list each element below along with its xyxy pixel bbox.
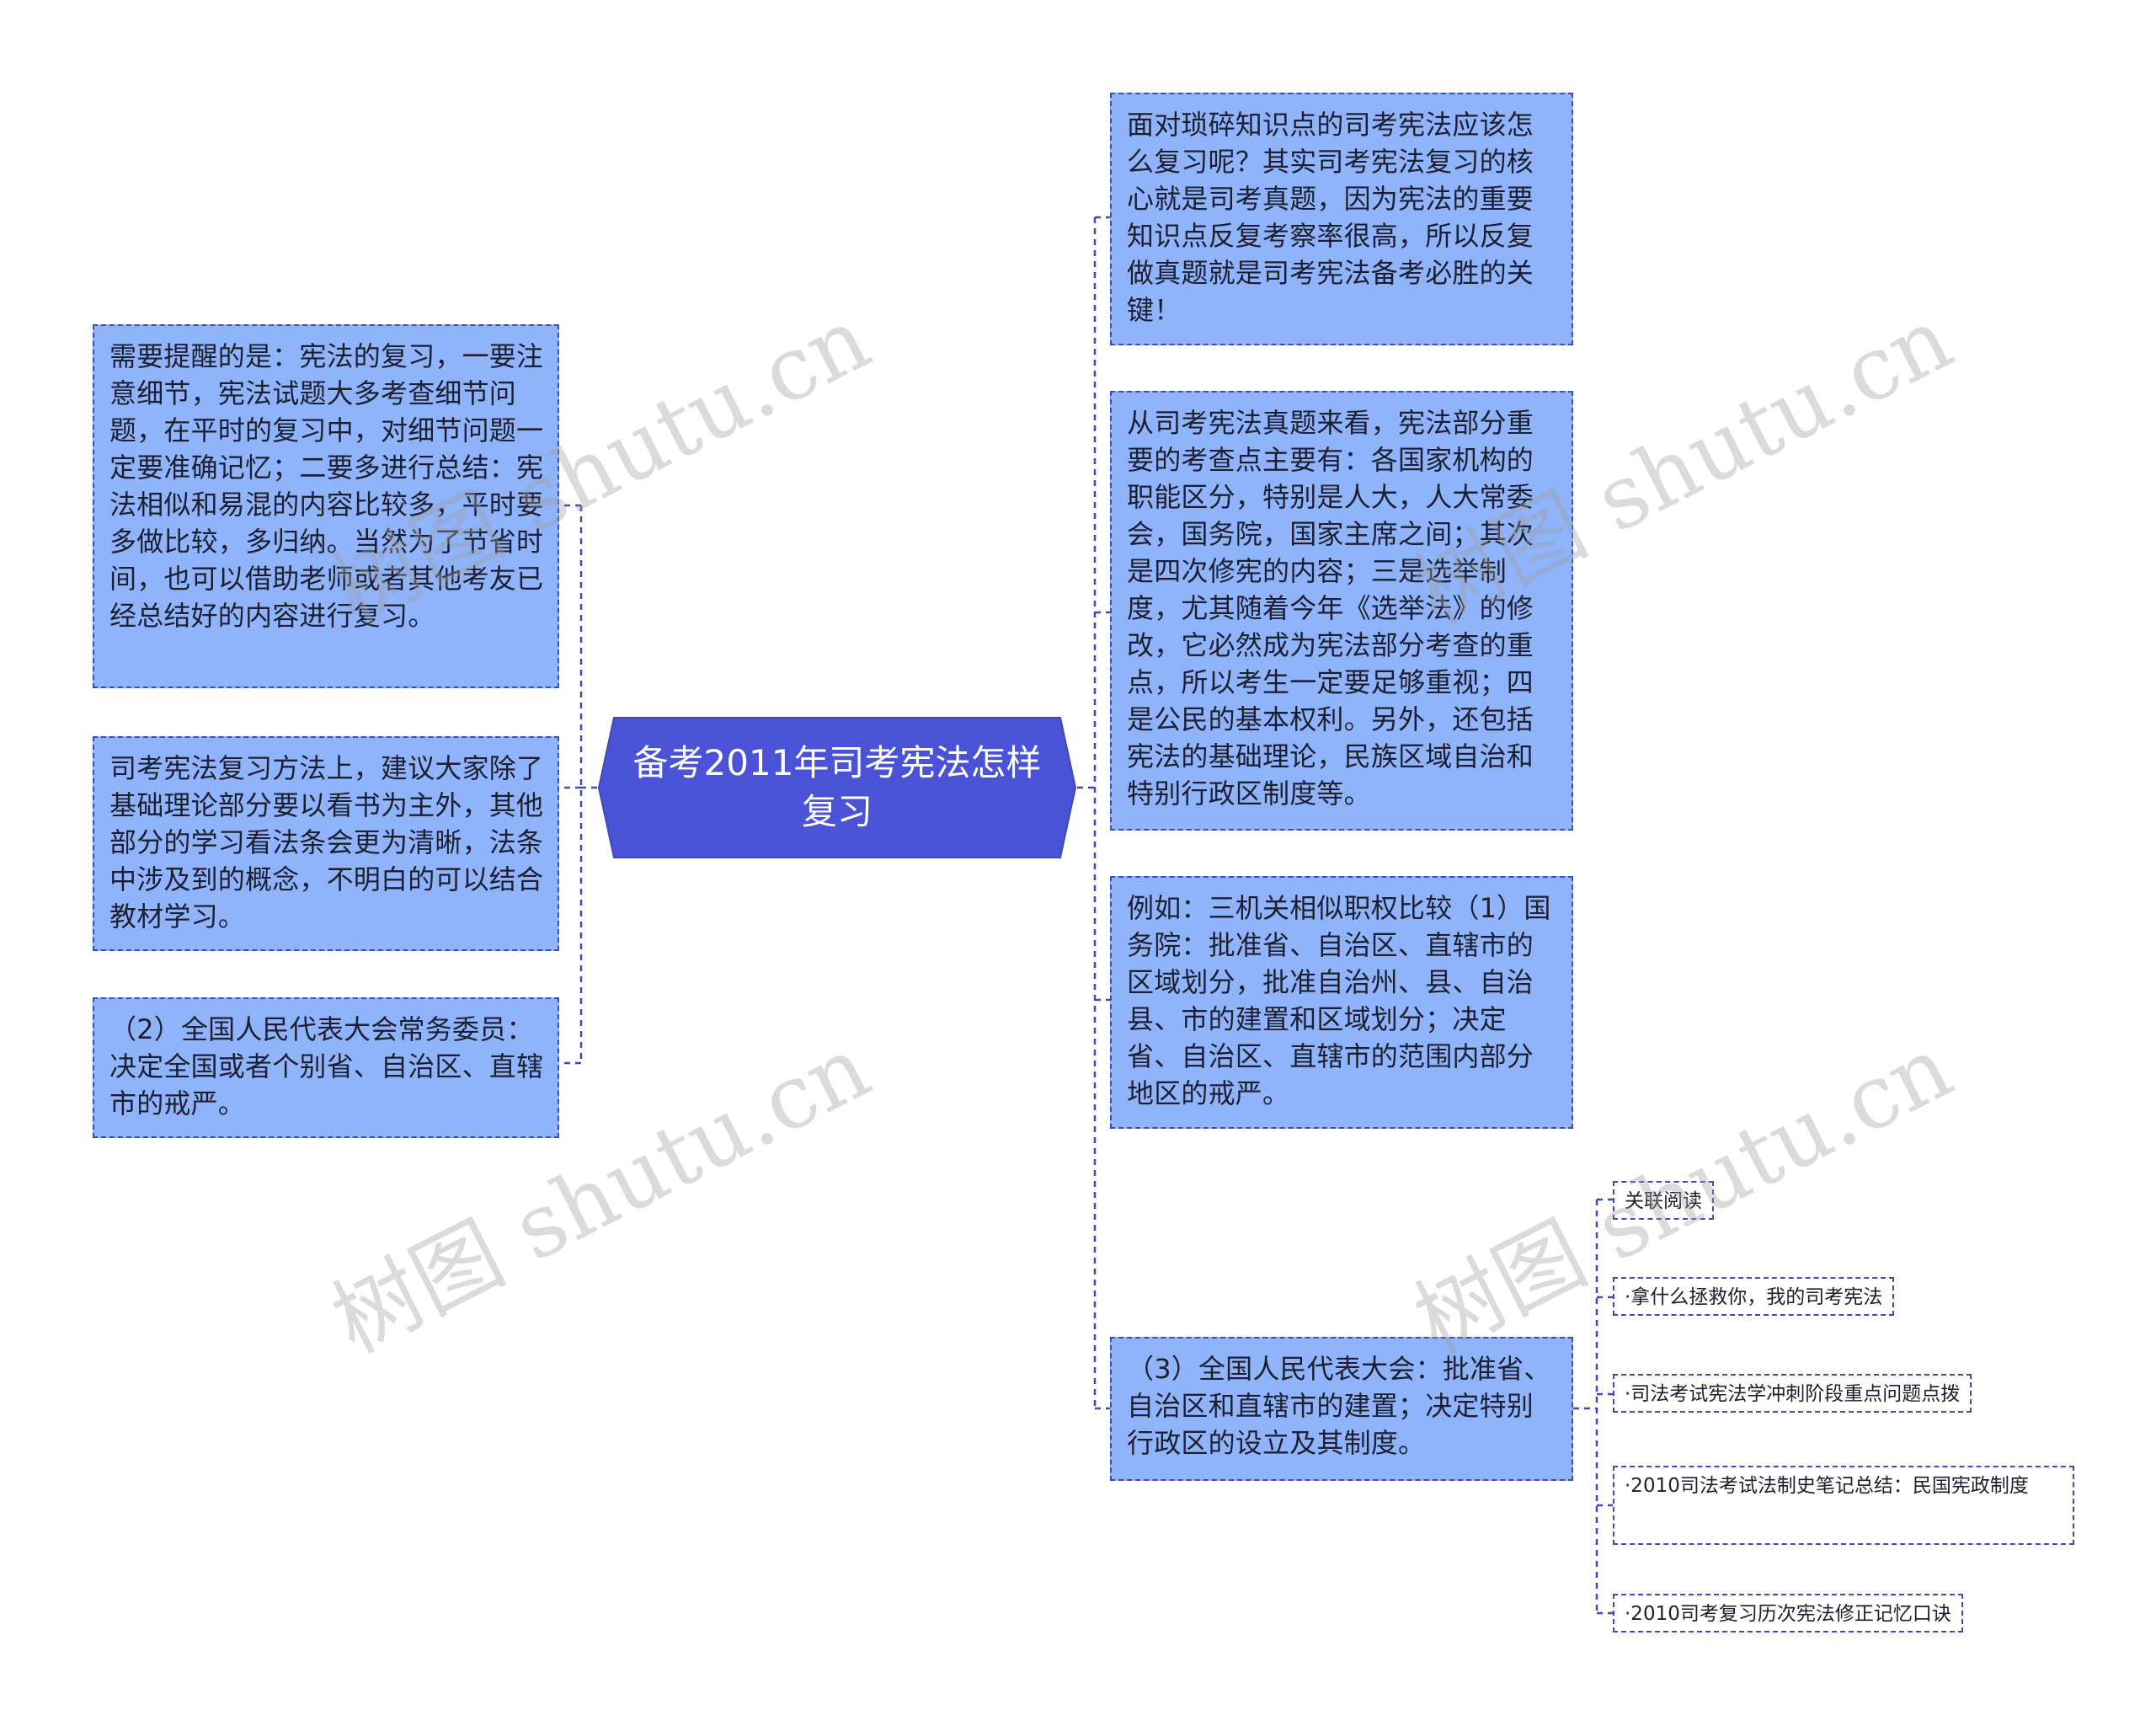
related-link-1-text: ·拿什么拯救你，我的司考宪法 xyxy=(1625,1286,1883,1308)
left-topic-study-method-text: 司考宪法复习方法上，建议大家除了基础理论部分要以看书为主外，其他部分的学习看法条… xyxy=(109,752,544,932)
related-link-3[interactable]: ·2010司法考试法制史笔记总结：民国宪政制度 xyxy=(1613,1466,2074,1545)
related-reading-header-text: 关联阅读 xyxy=(1625,1190,1702,1212)
related-link-1[interactable]: ·拿什么拯救你，我的司考宪法 xyxy=(1613,1277,1895,1316)
related-link-2-text: ·司法考试宪法学冲刺阶段重点问题点拨 xyxy=(1625,1383,1961,1405)
right-topic-core-true-questions-text: 面对琐碎知识点的司考宪法应该怎么复习呢？其实司考宪法复习的核心就是司考真题，因为… xyxy=(1127,109,1534,326)
related-reading-header: 关联阅读 xyxy=(1613,1181,1714,1220)
right-topic-state-council-comparison-text: 例如：三机关相似职权比较（1）国务院：批准省、自治区、直辖市的区域划分，批准自治… xyxy=(1127,892,1551,1109)
mind-map-canvas: 备考2011年司考宪法怎样复习 需要提醒的是：宪法的复习，一要注意细节，宪法试题… xyxy=(0,0,2156,1726)
left-topic-study-method[interactable]: 司考宪法复习方法上，建议大家除了基础理论部分要以看书为主外，其他部分的学习看法条… xyxy=(93,736,559,951)
right-topic-npc-text: （3）全国人民代表大会：批准省、自治区和直辖市的建置；决定特别行政区的设立及其制… xyxy=(1127,1353,1551,1459)
right-topic-key-exam-points-text: 从司考宪法真题来看，宪法部分重要的考查点主要有：各国家机构的职能区分，特别是人大… xyxy=(1127,407,1534,810)
root-topic[interactable]: 备考2011年司考宪法怎样复习 xyxy=(597,716,1077,859)
left-topic-review-reminder[interactable]: 需要提醒的是：宪法的复习，一要注意细节，宪法试题大多考查细节问题，在平时的复习中… xyxy=(93,324,559,688)
right-topic-state-council-comparison[interactable]: 例如：三机关相似职权比较（1）国务院：批准省、自治区、直辖市的区域划分，批准自治… xyxy=(1110,876,1573,1129)
right-topic-core-true-questions[interactable]: 面对琐碎知识点的司考宪法应该怎么复习呢？其实司考宪法复习的核心就是司考真题，因为… xyxy=(1110,93,1573,345)
root-topic-label: 备考2011年司考宪法怎样复习 xyxy=(632,742,1042,832)
related-link-4-text: ·2010司考复习历次宪法修正记忆口诀 xyxy=(1625,1603,1951,1625)
left-topic-npc-standing-committee-text: （2）全国人民代表大会常务委员：决定全国或者个别省、自治区、直辖市的戒严。 xyxy=(109,1013,544,1119)
related-link-4[interactable]: ·2010司考复习历次宪法修正记忆口诀 xyxy=(1613,1594,1963,1632)
left-topic-review-reminder-text: 需要提醒的是：宪法的复习，一要注意细节，宪法试题大多考查细节问题，在平时的复习中… xyxy=(109,340,544,632)
left-topic-npc-standing-committee[interactable]: （2）全国人民代表大会常务委员：决定全国或者个别省、自治区、直辖市的戒严。 xyxy=(93,997,559,1138)
related-link-3-text: ·2010司法考试法制史笔记总结：民国宪政制度 xyxy=(1625,1475,2029,1497)
right-topic-npc[interactable]: （3）全国人民代表大会：批准省、自治区和直辖市的建置；决定特别行政区的设立及其制… xyxy=(1110,1337,1573,1481)
related-link-2[interactable]: ·司法考试宪法学冲刺阶段重点问题点拨 xyxy=(1613,1374,1972,1413)
right-topic-key-exam-points[interactable]: 从司考宪法真题来看，宪法部分重要的考查点主要有：各国家机构的职能区分，特别是人大… xyxy=(1110,391,1573,831)
